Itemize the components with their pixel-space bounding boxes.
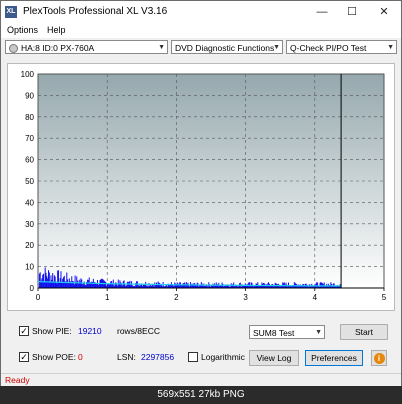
logarithmic-label: Logarithmic (201, 352, 245, 362)
toolbar: HA:8 ID:0 PX-760A ▼ DVD Diagnostic Funct… (1, 38, 401, 58)
start-button[interactable]: Start (340, 324, 388, 340)
x-tick-label: 2 (174, 293, 179, 302)
maximize-button[interactable]: ☐ (337, 3, 367, 21)
y-tick-label: 60 (25, 156, 34, 165)
sum-test-select-value: SUM8 Test (253, 328, 295, 338)
menu-options[interactable]: Options (7, 25, 38, 35)
drive-select-value: HA:8 ID:0 PX-760A (21, 43, 95, 53)
minimize-button[interactable]: — (307, 3, 337, 21)
y-tick-label: 100 (21, 70, 35, 79)
test-select[interactable]: Q-Check PI/PO Test ▼ (286, 40, 397, 54)
chart-panel: 0 10 20 30 40 50 60 70 80 90 100 0 1 2 3 4 5 (7, 63, 395, 311)
status-text: Ready (5, 375, 30, 385)
lsn-label: LSN: (117, 352, 136, 362)
x-tick-label: 0 (36, 293, 41, 302)
title-bar: XL PlexTools Professional XL V3.16 — ☐ ✕ (1, 1, 401, 23)
x-tick-label: 4 (313, 293, 318, 302)
y-tick-label: 70 (25, 134, 34, 143)
pie-value: 19210 (78, 326, 102, 336)
test-select-value: Q-Check PI/PO Test (290, 43, 367, 53)
show-pie-checkbox[interactable]: ✓ (19, 326, 29, 336)
function-select[interactable]: DVD Diagnostic Functions ▼ (171, 40, 283, 54)
chevron-down-icon: ▼ (273, 44, 280, 51)
y-tick-label: 20 (25, 241, 34, 250)
chevron-down-icon: ▼ (315, 329, 322, 336)
disc-drive-icon (9, 44, 18, 53)
app-icon: XL (5, 6, 17, 18)
poe-value: 0 (78, 352, 83, 362)
chevron-down-icon: ▼ (387, 44, 394, 51)
y-tick-label: 30 (25, 220, 34, 229)
pi-po-chart: 0 10 20 30 40 50 60 70 80 90 100 0 1 2 3 4 5 (21, 70, 387, 302)
y-tick-label: 0 (30, 284, 35, 293)
preferences-button[interactable]: Preferences (305, 350, 363, 366)
view-log-button[interactable]: View Log (249, 350, 299, 366)
function-select-value: DVD Diagnostic Functions (175, 43, 275, 53)
y-tick-label: 50 (25, 177, 34, 186)
x-tick-label: 5 (382, 293, 387, 302)
lsn-value: 2297856 (141, 352, 175, 362)
show-pie-label: Show PIE: (32, 326, 72, 336)
y-tick-label: 90 (25, 91, 34, 100)
close-button[interactable]: ✕ (369, 3, 399, 21)
y-tick-label: 10 (25, 263, 34, 272)
rows-label: rows/8ECC (117, 326, 160, 336)
sum-test-select[interactable]: SUM8 Test ▼ (249, 325, 325, 339)
show-poe-checkbox[interactable]: ✓ (19, 352, 29, 362)
x-tick-label: 3 (243, 293, 248, 302)
logarithmic-checkbox[interactable] (188, 352, 198, 362)
chevron-down-icon: ▼ (158, 44, 165, 51)
info-icon: i (373, 352, 385, 364)
app-window: XL PlexTools Professional XL V3.16 — ☐ ✕… (0, 0, 402, 404)
menu-bar: Options Help (1, 23, 401, 38)
show-poe-label: Show POE: (32, 352, 76, 362)
image-info-footer: 569x551 27kb PNG (0, 386, 402, 404)
menu-help[interactable]: Help (47, 25, 66, 35)
x-tick-label: 1 (105, 293, 110, 302)
window-title: PlexTools Professional XL V3.16 (23, 6, 168, 17)
controls-panel: ✓ Show PIE: 19210 rows/8ECC SUM8 Test ▼ … (1, 319, 401, 371)
y-tick-label: 80 (25, 113, 34, 122)
y-tick-label: 40 (25, 198, 34, 207)
help-button[interactable]: i (371, 350, 387, 366)
drive-select[interactable]: HA:8 ID:0 PX-760A ▼ (5, 40, 168, 54)
